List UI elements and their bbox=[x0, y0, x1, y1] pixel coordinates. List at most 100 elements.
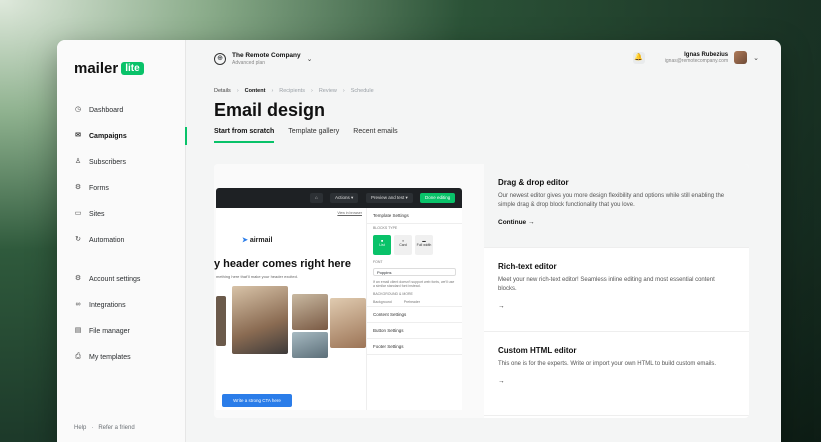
font-label: FONT bbox=[373, 260, 383, 264]
preview-subline: mething here that'll make your header ex… bbox=[216, 274, 298, 279]
chevron-right-icon: › bbox=[236, 88, 239, 94]
preview-photo bbox=[216, 296, 226, 346]
block-option-label: Full width bbox=[416, 243, 432, 247]
editor-chooser-card: ⌂ Actions ▾ Preview and test ▾ Done edit… bbox=[214, 164, 749, 418]
mail-icon: ✉ bbox=[75, 132, 81, 139]
sidebar-item-label: Dashboard bbox=[89, 106, 124, 114]
user-info: Ignas Rubezius ignas@remotecompany.com bbox=[665, 52, 728, 64]
option-description: This one is for the experts. Write or im… bbox=[498, 361, 717, 367]
sidebar-item-label: My templates bbox=[89, 353, 131, 361]
breadcrumb: Details › Content › Recipients › Review › Sc… bbox=[214, 88, 374, 94]
preview-settings-panel: Template Settings BLOCKS TYPE ■ List ≡ Car… bbox=[366, 208, 462, 410]
background-label: BACKGROUND & MORE bbox=[373, 292, 413, 296]
tab-template-gallery[interactable]: Template gallery bbox=[288, 128, 339, 143]
bell-icon[interactable]: 🔔 bbox=[632, 51, 645, 64]
block-option-label: List bbox=[379, 243, 385, 247]
blocks-type-options: ■ List ≡ Card ▬ Full width bbox=[367, 232, 462, 258]
sidebar-item-subscribers[interactable]: ♙ Subscribers bbox=[57, 149, 186, 175]
breadcrumb-recipients[interactable]: Recipients bbox=[279, 88, 305, 94]
topbar: ⊕ The Remote Company Advanced plan ⌄ 🔔 I… bbox=[187, 40, 781, 78]
background-option: Background bbox=[373, 300, 392, 304]
arrow-right-icon[interactable]: → bbox=[498, 303, 735, 310]
sidebar-item-label: Automation bbox=[89, 236, 125, 244]
home-icon: ⌂ bbox=[310, 193, 323, 203]
sidebar-item-automation[interactable]: ↻ Automation bbox=[57, 227, 186, 253]
chevron-right-icon: › bbox=[271, 88, 274, 94]
preview-photo bbox=[292, 294, 328, 330]
continue-button[interactable]: Continue → bbox=[498, 219, 735, 226]
sidebar-item-label: File manager bbox=[89, 327, 130, 335]
paper-plane-icon: ➤ bbox=[242, 237, 248, 244]
separator: · bbox=[91, 425, 94, 431]
secondary-nav: ⚙ Account settings ∞ Integrations ▤ File ma… bbox=[57, 266, 186, 370]
breadcrumb-review[interactable]: Review bbox=[319, 88, 337, 94]
logo-text: mailer bbox=[74, 60, 119, 77]
preview-toolbar: ⌂ Actions ▾ Preview and test ▾ Done edit… bbox=[216, 188, 462, 208]
sidebar-item-sites[interactable]: ▭ Sites bbox=[57, 201, 186, 227]
preview-headline: y header comes right here bbox=[214, 258, 351, 270]
sidebar-item-account-settings[interactable]: ⚙ Account settings bbox=[57, 266, 186, 292]
preview-brand: ➤ airmail bbox=[242, 236, 272, 244]
option-description: Our newest editor gives you more design … bbox=[498, 193, 725, 208]
option-description: Meet your new rich-text editor! Seamless… bbox=[498, 277, 715, 292]
sidebar-item-campaigns[interactable]: ✉ Campaigns bbox=[57, 123, 187, 149]
link-icon: ∞ bbox=[75, 301, 81, 308]
arrow-right-icon[interactable]: → bbox=[498, 378, 735, 385]
main-nav: ◷ Dashboard ✉ Campaigns ♙ Subscribers ⚙ Form… bbox=[57, 97, 187, 253]
option-title: Drag & drop editor bbox=[498, 178, 569, 187]
sidebar-item-file-manager[interactable]: ▤ File manager bbox=[57, 318, 186, 344]
globe-icon: ⊕ bbox=[214, 53, 226, 65]
app-window: mailer lite ◷ Dashboard ✉ Campaigns ♙ Subsc… bbox=[57, 40, 781, 442]
user-menu[interactable]: 🔔 Ignas Rubezius ignas@remotecompany.com… bbox=[632, 51, 759, 64]
editor-options: Drag & drop editor Our newest editor giv… bbox=[484, 164, 749, 418]
sidebar-item-forms[interactable]: ⚙ Forms bbox=[57, 175, 186, 201]
clock-icon: ◷ bbox=[74, 106, 82, 113]
font-note: If an email client doesn't support web f… bbox=[373, 280, 455, 288]
background-options: Background Preheader bbox=[367, 298, 462, 306]
main-content: ⊕ The Remote Company Advanced plan ⌄ 🔔 I… bbox=[187, 40, 781, 442]
sidebar-item-label: Subscribers bbox=[89, 158, 126, 166]
sidebar-item-integrations[interactable]: ∞ Integrations bbox=[57, 292, 186, 318]
tab-recent-emails[interactable]: Recent emails bbox=[353, 128, 397, 143]
font-value: Poppins bbox=[377, 270, 392, 275]
sidebar-item-label: Sites bbox=[89, 210, 105, 218]
tab-start-from-scratch[interactable]: Start from scratch bbox=[214, 128, 275, 143]
template-icon: ⎙ bbox=[75, 353, 81, 360]
sidebar-item-label: Campaigns bbox=[89, 132, 127, 140]
content-settings-row: Content Settings bbox=[367, 306, 462, 323]
sidebar-footer: Help · Refer a friend bbox=[74, 425, 135, 431]
option-rich-text-editor[interactable]: Rich-text editor Meet your new rich-text… bbox=[484, 248, 749, 332]
block-option-list: ■ List bbox=[373, 235, 391, 255]
preview-photo bbox=[292, 332, 328, 358]
folder-icon: ▤ bbox=[74, 327, 82, 334]
org-info: The Remote Company Advanced plan bbox=[232, 52, 301, 66]
forms-icon: ⚙ bbox=[74, 184, 82, 191]
refer-link[interactable]: Refer a friend bbox=[98, 425, 134, 431]
preheader-option: Preheader bbox=[403, 300, 421, 304]
sidebar-item-label: Account settings bbox=[89, 275, 141, 283]
option-custom-html-editor[interactable]: Custom HTML editor This one is for the e… bbox=[484, 332, 749, 416]
done-editing-button: Done editing bbox=[420, 193, 456, 203]
button-settings-row: Button Settings bbox=[367, 323, 462, 339]
help-link[interactable]: Help bbox=[74, 425, 86, 431]
block-option-card: ≡ Card bbox=[394, 235, 412, 255]
option-drag-drop-editor[interactable]: Drag & drop editor Our newest editor giv… bbox=[484, 164, 749, 248]
preview-cta-button: Write a strong CTA here bbox=[222, 394, 292, 407]
sidebar-item-label: Forms bbox=[89, 184, 109, 192]
sidebar-item-dashboard[interactable]: ◷ Dashboard bbox=[57, 97, 186, 123]
logo[interactable]: mailer lite bbox=[74, 60, 144, 77]
sidebar-item-my-templates[interactable]: ⎙ My templates bbox=[57, 344, 186, 370]
preview-email-body: View in browser ➤ airmail y header comes… bbox=[214, 208, 366, 410]
preview-test-button: Preview and test ▾ bbox=[366, 193, 413, 203]
preview-photo bbox=[232, 286, 288, 354]
editor-preview: ⌂ Actions ▾ Preview and test ▾ Done edit… bbox=[214, 164, 484, 418]
breadcrumb-details[interactable]: Details bbox=[214, 88, 231, 94]
breadcrumb-content[interactable]: Content bbox=[245, 88, 266, 94]
automation-icon: ↻ bbox=[75, 236, 81, 243]
chevron-down-icon: ⌄ bbox=[306, 56, 313, 63]
block-option-label: Card bbox=[399, 243, 407, 247]
logo-badge: lite bbox=[121, 62, 144, 75]
preview-photo bbox=[330, 298, 366, 348]
breadcrumb-schedule[interactable]: Schedule bbox=[351, 88, 374, 94]
org-switcher[interactable]: ⊕ The Remote Company Advanced plan ⌄ bbox=[214, 52, 313, 66]
